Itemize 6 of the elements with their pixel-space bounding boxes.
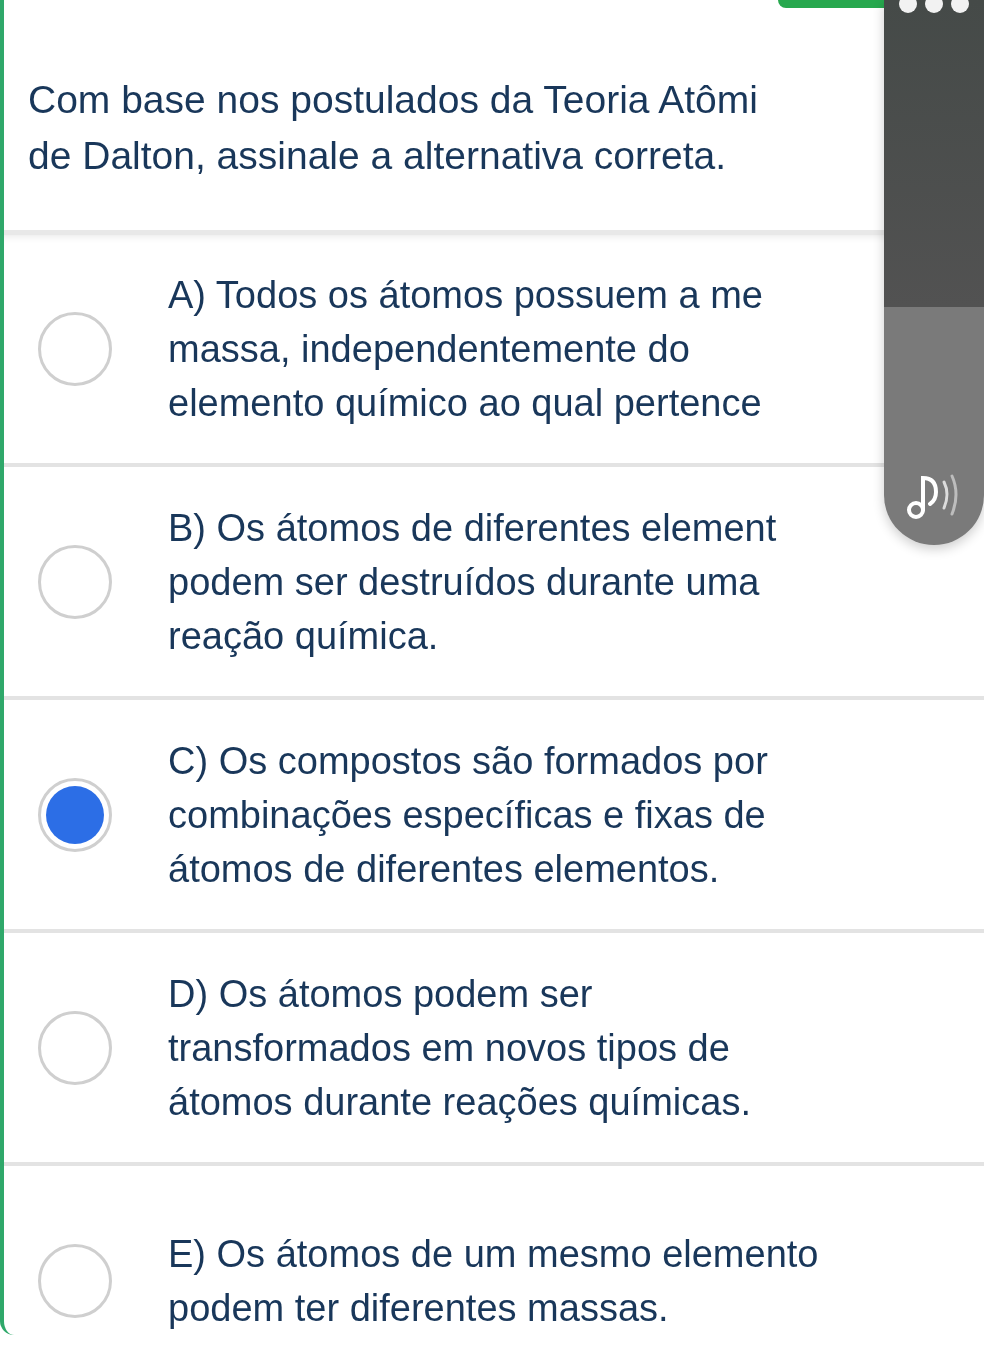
option-text: E) Os átomos de um mesmo elemento podem ter diferentes massas. — [168, 1231, 819, 1331]
question-text: Com base nos postulados da Teoria Atômi de Dalton, assinale a alternativa correta. — [28, 77, 758, 179]
option-text: C) Os compostos são formados por combinações específicas e fixas de átomos de diferentes elementos. — [168, 738, 768, 892]
option-text: D) Os átomos podem ser transformados em novos tipos de átomos durante reações químicas. — [168, 971, 751, 1125]
option-text: B) Os átomos de diferentes element podem ser destruídos durante uma reação química. — [168, 505, 777, 659]
option-text: A) Todos os átomos possuem a me massa, independentemente do elemento químico ao qual pertence — [168, 273, 763, 426]
